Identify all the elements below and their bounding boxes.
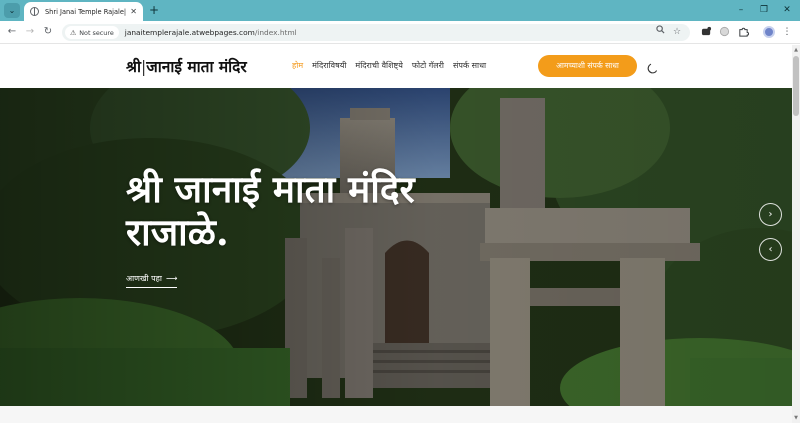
profile-avatar[interactable] bbox=[763, 26, 775, 38]
security-chip[interactable]: ⚠ Not secure bbox=[65, 26, 119, 39]
tab-close-icon[interactable]: ✕ bbox=[130, 7, 137, 16]
search-icon[interactable] bbox=[656, 25, 665, 40]
arrow-right-icon: ⟶ bbox=[165, 274, 178, 283]
back-button[interactable]: ← bbox=[5, 25, 19, 39]
browser-tab-strip: ⌄ Shri Janai Temple Rajale| Home ✕ + – ❐… bbox=[0, 0, 800, 21]
puzzle-icon[interactable] bbox=[737, 26, 749, 38]
hero-title: श्री जानाई माता मंदिर राजाळे. bbox=[126, 168, 546, 254]
hero-title-line-1: श्री जानाई माता मंदिर bbox=[126, 167, 415, 211]
menu-kebab-icon[interactable]: ⋮ bbox=[781, 26, 793, 38]
hero-title-line-2: राजाळे. bbox=[126, 210, 229, 254]
browser-tab[interactable]: Shri Janai Temple Rajale| Home ✕ bbox=[24, 2, 143, 21]
forward-button[interactable]: → bbox=[23, 25, 37, 39]
learn-more-link[interactable]: आणखी पहा ⟶ bbox=[126, 273, 178, 288]
new-tab-button[interactable]: + bbox=[147, 3, 161, 17]
contact-cta-button[interactable]: आमच्याशी संपर्क साधा bbox=[538, 55, 637, 77]
extension-shield-icon[interactable] bbox=[718, 26, 730, 38]
url-text[interactable]: janaitemplerajale.atwebpages.com/index.h… bbox=[125, 28, 297, 37]
learn-more-label: आणखी पहा bbox=[126, 274, 162, 283]
nav-about[interactable]: मंदिराविषयी bbox=[312, 60, 346, 71]
carousel-prev-button[interactable]: ‹ bbox=[759, 238, 782, 261]
hero-section: श्री जानाई माता मंदिर राजाळे. आणखी पहा ⟶ … bbox=[0, 88, 792, 406]
scroll-thumb[interactable] bbox=[793, 56, 799, 116]
minimize-button[interactable]: – bbox=[731, 2, 751, 18]
globe-icon bbox=[30, 7, 39, 16]
url-host: janaitemplerajale.atwebpages.com bbox=[124, 28, 255, 37]
nav-gallery[interactable]: फोटो गॅलरी bbox=[412, 60, 444, 71]
page-scrollbar[interactable]: ▲ ▼ bbox=[792, 45, 800, 423]
url-path: /index.html bbox=[254, 28, 297, 37]
address-bar[interactable]: ⚠ Not secure janaitemplerajale.atwebpage… bbox=[62, 24, 690, 41]
carousel-next-button[interactable]: › bbox=[759, 203, 782, 226]
brand-name: जानाई माता मंदिर bbox=[146, 57, 247, 76]
window-close-button[interactable]: ✕ bbox=[777, 2, 797, 18]
warning-icon: ⚠ bbox=[70, 28, 77, 37]
tab-search-button[interactable]: ⌄ bbox=[4, 3, 20, 18]
browser-toolbar: ← → ↻ ⚠ Not secure janaitemplerajale.atw… bbox=[0, 21, 800, 44]
next-section-strip bbox=[0, 406, 792, 423]
security-label: Not secure bbox=[79, 28, 114, 37]
restore-button[interactable]: ❐ bbox=[754, 2, 774, 18]
site-logo[interactable]: श्री|जानाई माता मंदिर bbox=[126, 55, 247, 77]
main-nav: होम मंदिराविषयी मंदिराची वैशिष्ट्ये फोटो… bbox=[292, 60, 495, 71]
extension-icon[interactable] bbox=[700, 26, 712, 38]
moon-icon[interactable] bbox=[646, 60, 658, 74]
scroll-up-arrow-icon[interactable]: ▲ bbox=[792, 47, 800, 53]
reload-button[interactable]: ↻ bbox=[41, 25, 55, 39]
brand-prefix: श्री bbox=[126, 57, 141, 76]
nav-contact[interactable]: संपर्क साधा bbox=[453, 60, 486, 71]
nav-features[interactable]: मंदिराची वैशिष्ट्ये bbox=[355, 60, 402, 71]
nav-home[interactable]: होम bbox=[292, 60, 303, 71]
tab-title: Shri Janai Temple Rajale| Home bbox=[45, 7, 127, 16]
site-header: श्री|जानाई माता मंदिर होम मंदिराविषयी मं… bbox=[0, 45, 792, 88]
scroll-down-arrow-icon[interactable]: ▼ bbox=[792, 415, 800, 421]
bookmark-star-icon[interactable]: ☆ bbox=[673, 25, 681, 40]
